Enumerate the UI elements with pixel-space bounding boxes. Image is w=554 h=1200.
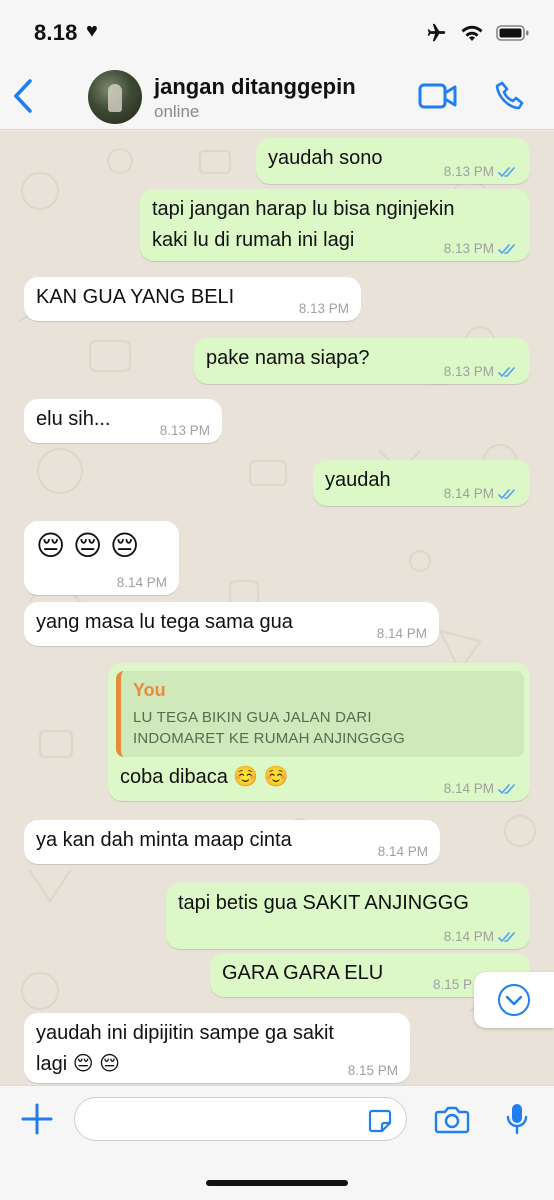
- message-text-line: tapi jangan harap lu bisa nginjekin: [152, 198, 455, 220]
- avatar[interactable]: [88, 70, 142, 124]
- battery-icon: [496, 25, 529, 41]
- read-ticks-icon: [498, 489, 515, 500]
- message-meta: 8.14 PM: [444, 930, 518, 944]
- message-text: pake nama siapa?: [206, 347, 370, 369]
- message-outgoing-reply[interactable]: You LU TEGA BIKIN GUA JALAN DARI INDOMAR…: [108, 663, 530, 801]
- message-time: 8.13 PM: [443, 164, 494, 179]
- contact-name[interactable]: jangan ditanggepin: [154, 74, 356, 100]
- home-indicator: [206, 1180, 348, 1186]
- message-time: 8.13 PM: [443, 241, 494, 256]
- message-meta: 8.13 PM: [444, 242, 518, 256]
- video-call-icon[interactable]: [418, 82, 458, 110]
- message-time: 8.14 PM: [376, 626, 427, 641]
- message-outgoing[interactable]: tapi betis gua SAKIT ANJINGGG 8.14 PM: [166, 883, 530, 949]
- message-meta: 8.14 PM: [377, 627, 427, 641]
- message-text: KAN GUA YANG BELI: [36, 286, 235, 308]
- message-meta: 8.13 PM: [444, 165, 518, 179]
- chevron-down-circle-icon: [498, 984, 530, 1016]
- message-time: 8.14 PM: [443, 929, 494, 944]
- message-text: 😔 😔 😔: [36, 530, 140, 561]
- message-meta: 8.13 PM: [444, 365, 518, 379]
- message-time: 8.13 PM: [298, 301, 349, 316]
- message-outgoing[interactable]: tapi jangan harap lu bisa nginjekin kaki…: [140, 189, 530, 261]
- read-ticks-icon: [498, 932, 515, 943]
- message-incoming[interactable]: 😔 😔 😔 8.14 PM: [24, 521, 179, 595]
- phone-icon[interactable]: [494, 80, 526, 112]
- message-meta: 8.14 PM: [444, 487, 518, 501]
- scroll-to-bottom-button[interactable]: [474, 972, 554, 1028]
- message-time: 8.14 PM: [443, 486, 494, 501]
- message-text: tapi betis gua SAKIT ANJINGGG: [178, 892, 469, 914]
- message-text: yang masa lu tega sama gua: [36, 611, 293, 633]
- composer-bar: [0, 1085, 554, 1200]
- message-incoming[interactable]: yaudah ini dipijitin sampe ga sakit lagi…: [24, 1013, 410, 1083]
- message-time: 8.15 PM: [347, 1063, 398, 1078]
- quote-author: You: [133, 680, 166, 700]
- message-outgoing[interactable]: pake nama siapa? 8.13 PM: [194, 338, 530, 384]
- message-incoming[interactable]: KAN GUA YANG BELI 8.13 PM: [24, 277, 361, 321]
- message-meta: 8.13 PM: [299, 302, 349, 316]
- microphone-icon[interactable]: [505, 1102, 529, 1136]
- message-input[interactable]: [74, 1097, 407, 1141]
- message-text: coba dibaca ☺️ ☺️: [120, 766, 289, 788]
- message-meta: 8.14 PM: [117, 576, 167, 590]
- contact-status: online: [154, 102, 200, 121]
- message-outgoing[interactable]: yaudah 8.14 PM: [313, 460, 530, 506]
- chat-area[interactable]: yaudah sono 8.13 PM tapi jangan harap lu…: [0, 131, 554, 1085]
- message-meta: 8.15 PM: [348, 1064, 398, 1078]
- back-chevron-icon[interactable]: [12, 78, 34, 114]
- message-meta: 8.14 PM: [444, 782, 518, 796]
- message-time: 8.14 PM: [116, 575, 167, 590]
- message-text: yaudah: [325, 469, 391, 491]
- read-ticks-icon: [498, 367, 515, 378]
- message-meta: 8.14 PM: [378, 845, 428, 859]
- message-time: 8.14 PM: [377, 844, 428, 859]
- camera-icon[interactable]: [434, 1105, 470, 1135]
- message-text-line: yaudah ini dipijitin sampe ga sakit: [36, 1022, 334, 1044]
- status-time: 8.18: [34, 20, 78, 45]
- message-time: 8.14 PM: [443, 781, 494, 796]
- wifi-icon: [461, 25, 483, 41]
- quoted-message[interactable]: You LU TEGA BIKIN GUA JALAN DARI INDOMAR…: [116, 671, 524, 757]
- airplane-icon: [427, 23, 446, 42]
- message-meta: 8.13 PM: [160, 424, 210, 438]
- read-ticks-icon: [498, 167, 515, 178]
- sticker-icon[interactable]: [368, 1109, 392, 1133]
- status-icons: [424, 22, 530, 44]
- message-time: 8.15 P: [432, 977, 472, 992]
- message-incoming[interactable]: ya kan dah minta maap cinta 8.14 PM: [24, 820, 440, 864]
- message-text: yaudah sono: [268, 147, 383, 169]
- chat-header: jangan ditanggepin online: [0, 62, 554, 130]
- message-outgoing[interactable]: yaudah sono 8.13 PM: [256, 138, 530, 184]
- message-text: ya kan dah minta maap cinta: [36, 829, 292, 851]
- message-time: 8.13 PM: [443, 364, 494, 379]
- message-text-line: lagi 😔 😔: [36, 1053, 120, 1075]
- read-ticks-icon: [498, 244, 515, 255]
- message-incoming[interactable]: yang masa lu tega sama gua 8.14 PM: [24, 602, 439, 646]
- quote-text-line: INDOMARET KE RUMAH ANJINGGGG: [133, 730, 406, 747]
- message-text: elu sih...: [36, 408, 111, 430]
- message-incoming[interactable]: elu sih... 8.13 PM: [24, 399, 222, 443]
- message-meta: 8.15 P: [433, 978, 472, 992]
- heart-icon: ♥: [86, 20, 98, 42]
- status-bar: 8.18 ♥: [0, 0, 554, 62]
- read-ticks-icon: [498, 784, 515, 795]
- message-time: 8.13 PM: [159, 423, 210, 438]
- quote-text-line: LU TEGA BIKIN GUA JALAN DARI: [133, 709, 372, 726]
- plus-icon[interactable]: [20, 1102, 54, 1136]
- message-text: GARA GARA ELU: [222, 962, 384, 984]
